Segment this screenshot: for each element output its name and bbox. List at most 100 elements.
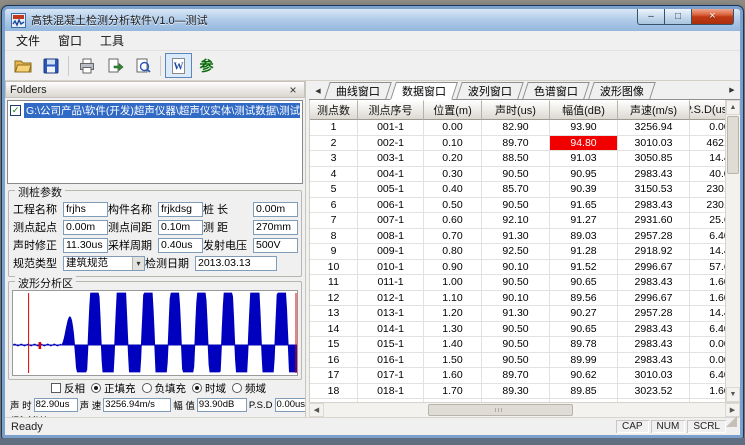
table-cell[interactable]: 2983.43	[618, 322, 690, 338]
table-cell[interactable]: 2996.67	[618, 260, 690, 276]
table-row[interactable]: 18018-11.7089.3089.853023.521.60	[310, 384, 725, 400]
table-cell[interactable]: 91.65	[550, 198, 618, 214]
hscroll-track[interactable]	[324, 403, 725, 417]
table-cell[interactable]: 0.20	[424, 151, 482, 167]
table-cell[interactable]: 90.50	[482, 167, 550, 183]
table-cell[interactable]: 3010.03	[618, 136, 690, 152]
table-cell[interactable]: 90.65	[550, 275, 618, 291]
table-cell[interactable]: 90.62	[550, 368, 618, 384]
table-cell[interactable]: 002-1	[358, 136, 424, 152]
table-cell[interactable]: 17	[310, 368, 358, 384]
tab-scroll-left-icon[interactable]: ◀	[311, 83, 325, 99]
table-row[interactable]: 9009-10.8092.5091.282918.9214.4	[310, 244, 725, 260]
table-cell[interactable]: 0.70	[424, 229, 482, 245]
table-cell[interactable]: 003-1	[358, 151, 424, 167]
table-cell[interactable]: 3256.94	[618, 120, 690, 136]
table-row[interactable]: 5005-10.4085.7090.393150.53230.4	[310, 182, 725, 198]
table-hscrollbar[interactable]: ◀ ▶	[309, 402, 740, 417]
table-row[interactable]: 17017-11.6089.7090.623010.036.40	[310, 368, 725, 384]
table-cell[interactable]: 1	[310, 120, 358, 136]
table-cell[interactable]: 90.10	[482, 260, 550, 276]
table-row[interactable]: 13013-11.2091.3090.272957.2814.4	[310, 306, 725, 322]
param-value-box[interactable]: frjhs	[63, 202, 108, 217]
menu-item-工具[interactable]: 工具	[91, 30, 133, 51]
param-value-box[interactable]: 建筑规范▾	[63, 256, 145, 271]
table-cell[interactable]: 2983.43	[618, 353, 690, 369]
table-cell[interactable]: 89.56	[550, 291, 618, 307]
tab-数据窗口[interactable]: 数据窗口	[390, 82, 458, 100]
word-report-button[interactable]: W	[165, 53, 192, 78]
column-header[interactable]: 声速(m/s)	[618, 100, 690, 120]
table-cell[interactable]: 9	[310, 244, 358, 260]
table-cell[interactable]: 005-1	[358, 182, 424, 198]
table-cell[interactable]: 15	[310, 337, 358, 353]
table-cell[interactable]: 1.60	[690, 384, 725, 400]
table-cell[interactable]: 0.60	[424, 213, 482, 229]
table-cell[interactable]: 89.78	[550, 337, 618, 353]
table-cell[interactable]: 0.50	[424, 198, 482, 214]
save-button[interactable]	[37, 53, 64, 78]
table-cell[interactable]: 0.40	[424, 182, 482, 198]
table-cell[interactable]: 1.60	[690, 291, 725, 307]
tab-波列窗口[interactable]: 波列窗口	[456, 82, 524, 99]
export-button[interactable]	[101, 53, 128, 78]
table-cell[interactable]: 012-1	[358, 291, 424, 307]
tree-item[interactable]: ✓ G:\公司产品\软件(开发)超声仪器\超声仪实体\测试数据\测试\cd\p0…	[10, 103, 300, 118]
option-正填充[interactable]: 正填充	[91, 381, 136, 396]
scroll-left-icon[interactable]: ◀	[309, 403, 324, 417]
table-cell[interactable]: 18	[310, 384, 358, 400]
table-cell[interactable]: 2996.67	[618, 291, 690, 307]
table-cell[interactable]: 82.90	[482, 120, 550, 136]
table-cell[interactable]: 2	[310, 136, 358, 152]
table-cell[interactable]: 90.50	[482, 337, 550, 353]
table-cell[interactable]: 1.50	[424, 353, 482, 369]
option-反相[interactable]: 反相	[51, 381, 85, 396]
table-cell[interactable]: 1.30	[424, 322, 482, 338]
param-value-box[interactable]: 270mm	[253, 220, 298, 235]
menu-item-文件[interactable]: 文件	[7, 30, 49, 51]
radio-icon[interactable]	[192, 383, 202, 393]
table-row[interactable]: 4004-10.3090.5090.952983.4340.0	[310, 167, 725, 183]
table-cell[interactable]: 013-1	[358, 306, 424, 322]
scroll-up-icon[interactable]: ▲	[726, 100, 740, 115]
table-cell[interactable]: 1.60	[690, 275, 725, 291]
table-cell[interactable]: 009-1	[358, 244, 424, 260]
parameters-button[interactable]: 参	[193, 53, 220, 78]
table-cell[interactable]: 0.10	[424, 136, 482, 152]
table-row[interactable]: 3003-10.2088.5091.033050.8514.4	[310, 151, 725, 167]
maximize-button[interactable]: □	[665, 8, 692, 25]
scroll-right-icon[interactable]: ▶	[725, 403, 740, 417]
table-cell[interactable]: 90.50	[482, 275, 550, 291]
column-header[interactable]: 测点数	[310, 100, 358, 120]
table-cell[interactable]: 011-1	[358, 275, 424, 291]
table-cell[interactable]: 3150.53	[618, 182, 690, 198]
param-value-box[interactable]: 11.30us	[63, 238, 108, 253]
open-file-button[interactable]	[9, 53, 36, 78]
waveform-plot[interactable]	[12, 290, 298, 376]
table-cell[interactable]: 92.50	[482, 244, 550, 260]
table-cell[interactable]: 0.80	[424, 244, 482, 260]
tab-波形图像[interactable]: 波形图像	[588, 82, 656, 99]
option-时域[interactable]: 时域	[192, 381, 226, 396]
table-cell[interactable]: 1.00	[424, 275, 482, 291]
table-cell[interactable]: 1.60	[424, 368, 482, 384]
table-vscrollbar[interactable]: ▲ ▼	[725, 100, 740, 402]
table-cell[interactable]: 7	[310, 213, 358, 229]
table-cell[interactable]: 0.90	[424, 260, 482, 276]
table-cell[interactable]: 2983.43	[618, 198, 690, 214]
table-cell[interactable]: 91.27	[550, 213, 618, 229]
table-row[interactable]: 1001-10.0082.9093.903256.940.00	[310, 120, 725, 136]
table-cell[interactable]: 0.00	[690, 120, 725, 136]
column-header[interactable]: 位置(m)	[424, 100, 482, 120]
radio-icon[interactable]	[91, 383, 101, 393]
close-button[interactable]: ×	[692, 8, 734, 25]
table-cell[interactable]: 0.00	[690, 353, 725, 369]
table-row[interactable]: 15015-11.4090.5089.782983.430.00	[310, 337, 725, 353]
scroll-down-icon[interactable]: ▼	[726, 387, 740, 402]
table-cell[interactable]: 91.52	[550, 260, 618, 276]
table-cell[interactable]: 6	[310, 198, 358, 214]
table-cell[interactable]: 90.50	[482, 198, 550, 214]
table-cell[interactable]: 0.00	[424, 120, 482, 136]
table-cell[interactable]: 2983.43	[618, 337, 690, 353]
table-cell[interactable]: 0.30	[424, 167, 482, 183]
